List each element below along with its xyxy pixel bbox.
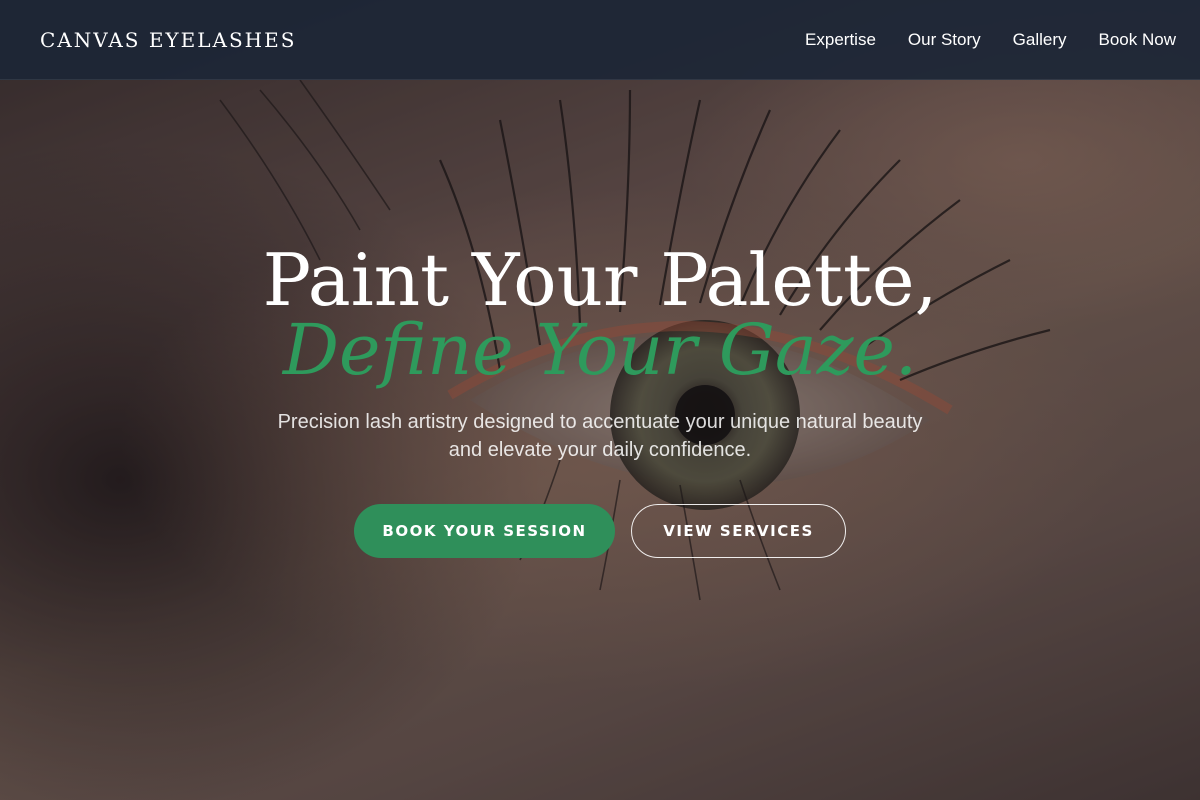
book-session-button[interactable]: BOOK YOUR SESSION: [354, 504, 615, 558]
view-services-button[interactable]: VIEW SERVICES: [631, 504, 846, 558]
top-navbar: CANVAS EYELASHES Expertise Our Story Gal…: [0, 0, 1200, 80]
brand-logo-text[interactable]: CANVAS EYELASHES: [40, 28, 296, 52]
hero-content: Paint Your Palette, Define Your Gaze. Pr…: [0, 240, 1200, 558]
hero-headline-line2: Define Your Gaze.: [282, 309, 918, 391]
hero-buttons: BOOK YOUR SESSION VIEW SERVICES: [0, 504, 1200, 558]
hero-headline-line1: Paint Your Palette,: [262, 238, 938, 322]
nav-link-expertise[interactable]: Expertise: [805, 30, 876, 50]
nav-link-book-now[interactable]: Book Now: [1099, 30, 1176, 50]
hero-section: CANVAS EYELASHES Expertise Our Story Gal…: [0, 0, 1200, 800]
hero-subtitle: Precision lash artistry designed to acce…: [277, 411, 923, 461]
nav-link-our-story[interactable]: Our Story: [908, 30, 981, 50]
nav-links: Expertise Our Story Gallery Book Now: [805, 30, 1176, 50]
nav-link-gallery[interactable]: Gallery: [1013, 30, 1067, 50]
